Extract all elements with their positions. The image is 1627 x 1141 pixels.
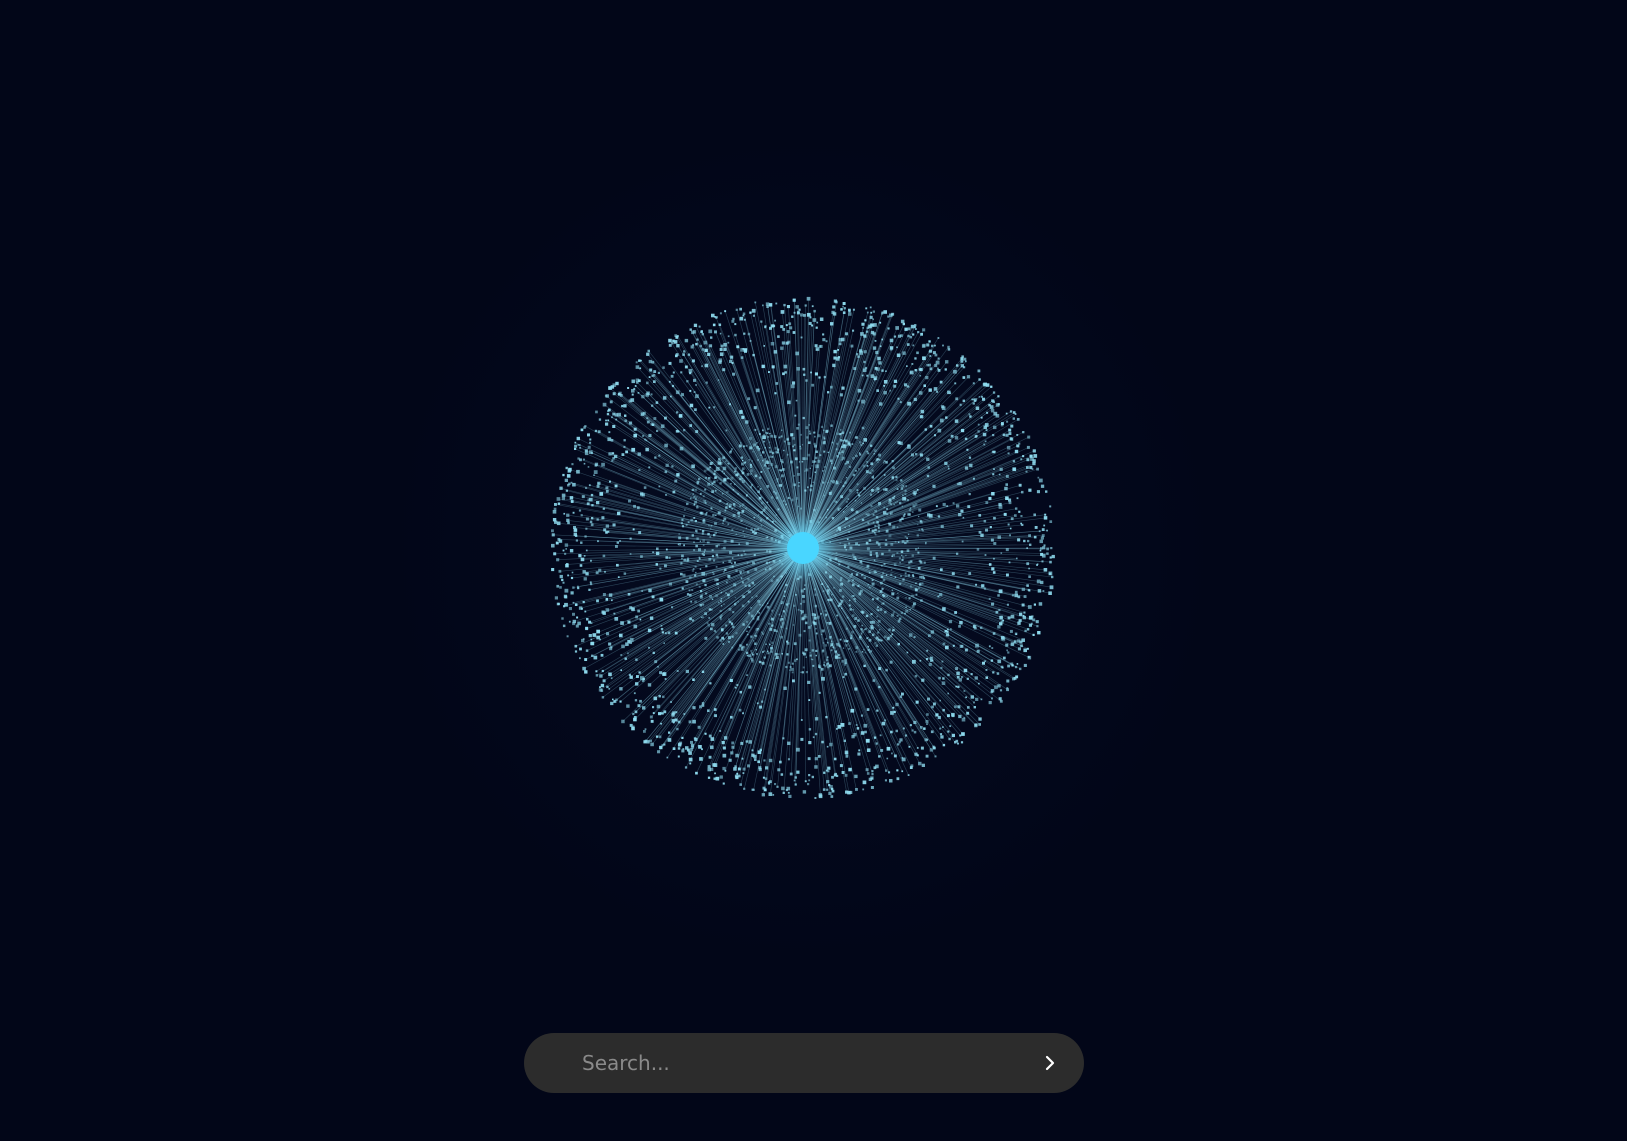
particle-sphere[interactable] — [0, 0, 1627, 960]
submit-button[interactable] — [1030, 1043, 1070, 1083]
search-bar — [524, 1033, 1084, 1093]
visualization-stage — [0, 0, 1627, 1141]
search-input[interactable] — [582, 1033, 1012, 1093]
chevron-right-icon — [1045, 1055, 1055, 1071]
core-node — [787, 532, 819, 564]
